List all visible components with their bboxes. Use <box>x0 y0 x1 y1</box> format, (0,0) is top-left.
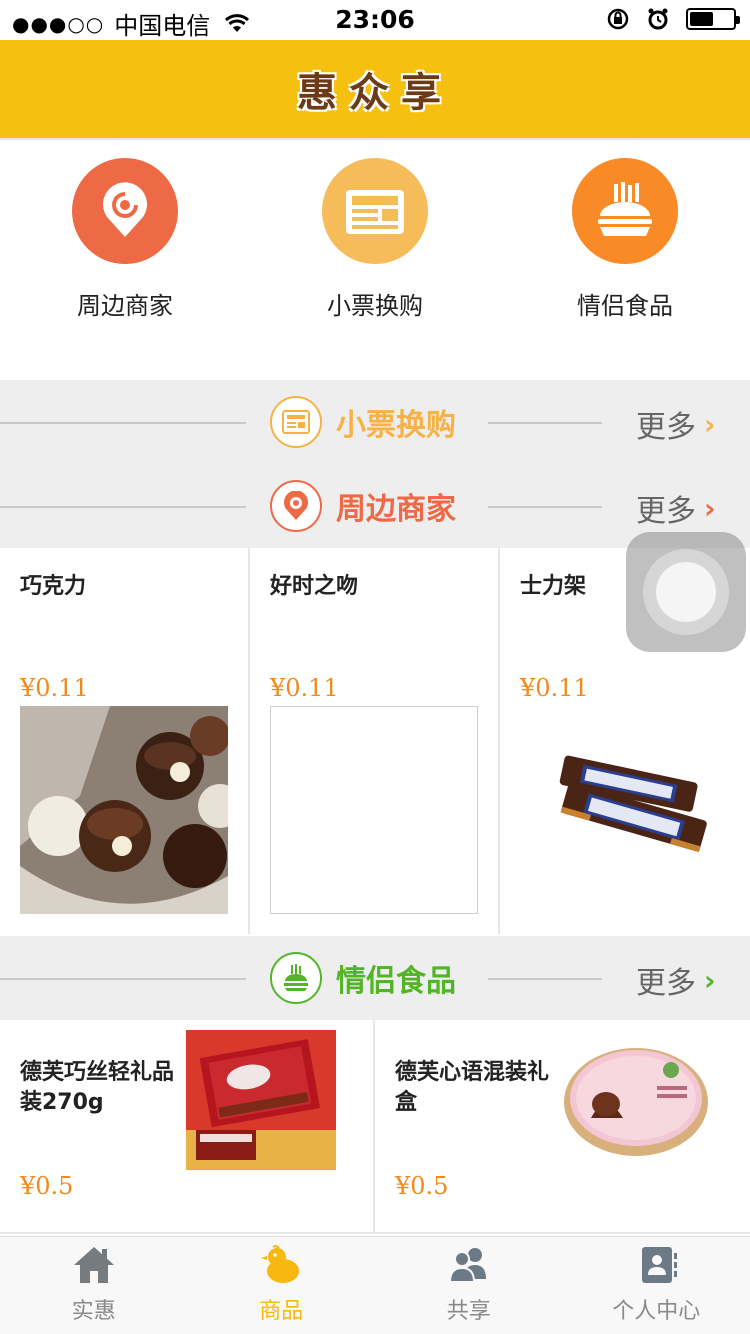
location-pin-icon <box>270 480 322 532</box>
page-title: 惠众享 <box>297 69 453 116</box>
blank-image <box>270 706 478 914</box>
snickers-image <box>520 706 728 914</box>
status-bar: ●●●○○ 中国电信 23:06 <box>0 0 750 40</box>
alarm-icon <box>648 8 668 30</box>
quick-nav: 周边商家 小票换购 情侣食品 <box>0 142 750 380</box>
battery-level <box>690 12 713 26</box>
tab-bar: 实惠 商品 共享 个人中心 <box>0 1236 750 1334</box>
product-price: ¥0.5 <box>20 1172 74 1200</box>
tab-goods[interactable]: 商品 <box>188 1237 376 1334</box>
product-price: ¥0.11 <box>270 674 339 702</box>
dove-gift-box-image <box>186 1030 336 1170</box>
chevron-right-icon: › <box>704 491 716 525</box>
tab-home[interactable]: 实惠 <box>0 1237 188 1334</box>
product-card[interactable]: 德芙巧丝轻礼品装270g ¥0.5 <box>0 1020 375 1234</box>
product-name: 巧克力 <box>20 574 87 599</box>
divider <box>488 422 602 424</box>
product-card[interactable]: 巧克力 ¥0.11 <box>0 548 250 934</box>
section-header-couple-food: 情侣食品 更多 › <box>0 936 750 1020</box>
product-name: 好时之吻 <box>270 574 359 599</box>
section-title: 情侣食品 <box>336 964 456 999</box>
couple-product-grid: 德芙巧丝轻礼品装270g ¥0.5 德芙心语混装礼盒 ¥0.5 <box>0 1020 750 1234</box>
contacts-icon <box>642 1247 678 1283</box>
product-card[interactable]: 德芙心语混装礼盒 ¥0.5 <box>375 1020 750 1234</box>
more-link-receipt[interactable]: 更多 › <box>636 402 716 446</box>
more-label: 更多 <box>636 410 696 445</box>
product-name: 德芙心语混装礼盒 <box>395 1060 550 1115</box>
section-title: 周边商家 <box>336 492 456 527</box>
rotation-lock-icon <box>607 8 629 30</box>
chick-icon <box>261 1245 300 1283</box>
tab-label: 个人中心 <box>612 1299 701 1324</box>
chevron-right-icon: › <box>704 407 716 441</box>
product-price: ¥0.5 <box>395 1172 449 1200</box>
people-icon <box>448 1248 486 1283</box>
quick-nav-label: 小票换购 <box>327 292 423 320</box>
more-label: 更多 <box>636 966 696 1001</box>
product-card[interactable]: 好时之吻 ¥0.11 <box>250 548 500 934</box>
tab-label: 共享 <box>446 1299 491 1324</box>
tab-profile[interactable]: 个人中心 <box>563 1237 750 1334</box>
divider <box>488 978 602 980</box>
more-label: 更多 <box>636 494 696 529</box>
dove-round-box-image <box>561 1030 711 1170</box>
divider <box>488 506 602 508</box>
quick-nav-nearby[interactable]: 周边商家 <box>0 142 250 380</box>
divider <box>0 978 246 980</box>
location-pin-icon <box>72 158 178 264</box>
tab-label: 商品 <box>259 1299 304 1324</box>
divider <box>0 506 246 508</box>
product-price: ¥0.11 <box>520 674 589 702</box>
app-header: 惠众享 <box>0 40 750 140</box>
home-icon <box>73 1247 114 1283</box>
more-link-couple-food[interactable]: 更多 › <box>636 958 716 1002</box>
burger-fries-icon <box>270 952 322 1004</box>
more-link-nearby[interactable]: 更多 › <box>636 486 716 530</box>
burger-fries-icon <box>572 158 678 264</box>
quick-nav-label: 情侣食品 <box>577 292 673 320</box>
assistive-touch-button[interactable] <box>626 532 746 652</box>
product-name: 德芙巧丝轻礼品装270g <box>20 1060 175 1115</box>
quick-nav-couple-food[interactable]: 情侣食品 <box>500 142 750 380</box>
tab-share[interactable]: 共享 <box>375 1237 563 1334</box>
divider <box>0 422 246 424</box>
battery-icon <box>686 8 740 30</box>
chevron-right-icon: › <box>704 963 716 997</box>
section-title: 小票换购 <box>336 408 456 443</box>
chocolate-image <box>20 706 228 914</box>
section-header-receipt: 小票换购 更多 › <box>0 380 750 464</box>
receipt-icon <box>270 396 322 448</box>
quick-nav-label: 周边商家 <box>77 292 173 320</box>
tab-label: 实惠 <box>71 1299 116 1324</box>
product-price: ¥0.11 <box>20 674 89 702</box>
receipt-icon <box>322 158 428 264</box>
quick-nav-receipt[interactable]: 小票换购 <box>250 142 500 380</box>
